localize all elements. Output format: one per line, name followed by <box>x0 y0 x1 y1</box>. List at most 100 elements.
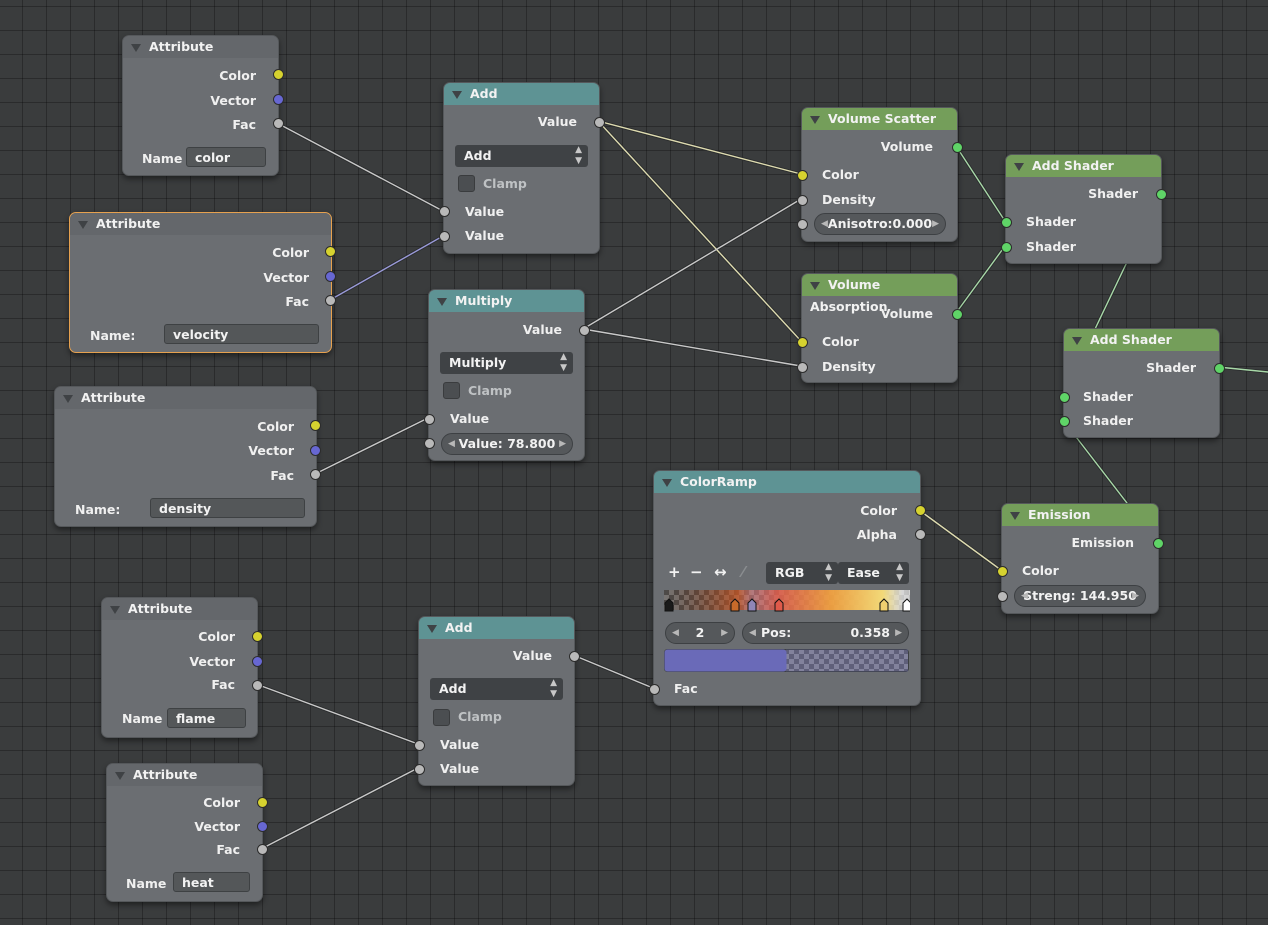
vector-output-socket[interactable] <box>252 656 263 667</box>
color-ramp-gradient[interactable] <box>664 590 910 616</box>
attribute-node-color[interactable]: Attribute Color Vector Fac Name color <box>122 35 284 176</box>
shader-input-socket-2[interactable] <box>1059 416 1070 427</box>
operation-dropdown[interactable]: Add ▲ ▼ <box>430 678 563 700</box>
decrement-arrow-icon[interactable]: ◀ <box>821 214 828 234</box>
attribute-name-field[interactable]: heat <box>173 872 250 892</box>
attribute-name-field[interactable]: color <box>186 147 266 167</box>
node-header[interactable]: Volume Scatter <box>802 108 957 130</box>
math-add-node-top[interactable]: Add Value Add ▲ ▼ Clamp Value Value <box>439 82 605 254</box>
fac-output-socket[interactable] <box>252 680 263 691</box>
anisotropy-input-socket[interactable] <box>797 219 808 230</box>
node-header[interactable]: Attribute <box>107 764 262 786</box>
add-shader-node-1[interactable]: Add Shader Shader Shader Shader <box>1001 154 1167 264</box>
add-stop-icon[interactable]: + <box>668 563 681 581</box>
node-header[interactable]: Volume Absorption <box>802 274 957 314</box>
color-output-socket[interactable] <box>252 631 263 642</box>
node-header[interactable]: Emission <box>1002 504 1158 526</box>
volume-scatter-node[interactable]: Volume Scatter Volume Color Density ◀ Ani… <box>797 107 963 242</box>
increment-arrow-icon[interactable]: ▶ <box>1132 586 1139 606</box>
node-header[interactable]: Add Shader <box>1064 329 1219 351</box>
decrement-arrow-icon[interactable]: ◀ <box>1021 586 1028 606</box>
collapse-triangle-icon[interactable] <box>1010 512 1020 520</box>
attribute-name-field[interactable]: density <box>150 498 305 518</box>
color-output-socket[interactable] <box>915 505 926 516</box>
collapse-triangle-icon[interactable] <box>1072 337 1082 345</box>
color-output-socket[interactable] <box>325 246 336 257</box>
density-input-socket[interactable] <box>797 362 808 373</box>
math-add-node-bottom[interactable]: Add Value Add ▲ ▼ Clamp Value Value <box>414 616 580 786</box>
attribute-node-velocity[interactable]: Attribute Color Vector Fac Name: velocit… <box>69 212 336 353</box>
node-header[interactable]: Attribute <box>123 36 278 58</box>
stop-color-swatch[interactable] <box>664 649 909 672</box>
color-input-socket[interactable] <box>997 566 1008 577</box>
interpolation-dropdown[interactable]: Ease ▲ ▼ <box>838 562 909 584</box>
eyedropper-icon[interactable]: ⁄ <box>742 563 745 581</box>
node-header[interactable]: Add <box>419 617 574 639</box>
collapse-triangle-icon[interactable] <box>662 479 672 487</box>
increment-arrow-icon[interactable]: ▶ <box>932 214 939 234</box>
decrement-arrow-icon[interactable]: ◀ <box>448 434 455 454</box>
attribute-node-heat[interactable]: Attribute Color Vector Fac Name heat <box>106 763 268 902</box>
volume-output-socket[interactable] <box>952 309 963 320</box>
value-slider[interactable]: ◀ Value: 78.800 ▶ <box>441 433 573 455</box>
fac-output-socket[interactable] <box>257 844 268 855</box>
fac-output-socket[interactable] <box>310 469 321 480</box>
alpha-output-socket[interactable] <box>915 529 926 540</box>
math-multiply-node[interactable]: Multiply Value Multiply ▲ ▼ Clamp Value ◀ V… <box>424 289 590 461</box>
increment-arrow-icon[interactable]: ▶ <box>721 623 728 643</box>
collapse-triangle-icon[interactable] <box>810 282 820 290</box>
fac-output-socket[interactable] <box>273 118 284 129</box>
strength-slider[interactable]: ◀ Streng: 144.950 ▶ <box>1014 585 1146 607</box>
collapse-triangle-icon[interactable] <box>78 221 88 229</box>
color-output-socket[interactable] <box>273 69 284 80</box>
shader-input-socket-1[interactable] <box>1059 392 1070 403</box>
node-header[interactable]: Attribute <box>70 213 331 235</box>
color-mode-dropdown[interactable]: RGB ▲ ▼ <box>766 562 838 584</box>
vector-output-socket[interactable] <box>273 94 284 105</box>
increment-arrow-icon[interactable]: ▶ <box>559 434 566 454</box>
shader-output-socket[interactable] <box>1156 189 1167 200</box>
clamp-checkbox[interactable] <box>458 175 475 192</box>
collapse-triangle-icon[interactable] <box>427 625 437 633</box>
collapse-triangle-icon[interactable] <box>810 116 820 124</box>
clamp-checkbox[interactable] <box>443 382 460 399</box>
color-output-socket[interactable] <box>257 797 268 808</box>
volume-absorption-node[interactable]: Volume Absorption Volume Color Density <box>797 273 963 383</box>
shader-input-socket-1[interactable] <box>1001 217 1012 228</box>
colorramp-node[interactable]: ColorRamp Color Alpha + − ↔ ⁄ RGB ▲ ▼ Ease… <box>649 470 926 706</box>
strength-input-socket[interactable] <box>997 591 1008 602</box>
collapse-triangle-icon[interactable] <box>452 91 462 99</box>
node-header[interactable]: Attribute <box>102 598 257 620</box>
clamp-checkbox[interactable] <box>433 709 450 726</box>
fac-input-socket[interactable] <box>649 684 660 695</box>
density-input-socket[interactable] <box>797 195 808 206</box>
value-input-socket-2[interactable] <box>414 764 425 775</box>
collapse-triangle-icon[interactable] <box>437 298 447 306</box>
collapse-triangle-icon[interactable] <box>1014 163 1024 171</box>
value-input-socket-2[interactable] <box>439 231 450 242</box>
shader-output-socket[interactable] <box>1214 363 1225 374</box>
decrement-arrow-icon[interactable]: ◀ <box>749 623 756 643</box>
value-input-socket-1[interactable] <box>439 206 450 217</box>
value-input-socket-2[interactable] <box>424 438 435 449</box>
node-header[interactable]: ColorRamp <box>654 471 920 493</box>
collapse-triangle-icon[interactable] <box>131 44 141 52</box>
node-header[interactable]: Add <box>444 83 599 105</box>
vector-output-socket[interactable] <box>257 821 268 832</box>
color-input-socket[interactable] <box>797 170 808 181</box>
stop-position-slider[interactable]: ◀ Pos: 0.358 ▶ <box>742 622 909 644</box>
operation-dropdown[interactable]: Multiply ▲ ▼ <box>440 352 573 374</box>
collapse-triangle-icon[interactable] <box>110 606 120 614</box>
node-header[interactable]: Attribute <box>55 387 316 409</box>
color-input-socket[interactable] <box>797 337 808 348</box>
value-input-socket-1[interactable] <box>424 414 435 425</box>
collapse-triangle-icon[interactable] <box>63 395 73 403</box>
node-header[interactable]: Multiply <box>429 290 584 312</box>
decrement-arrow-icon[interactable]: ◀ <box>672 623 679 643</box>
attribute-name-field[interactable]: velocity <box>164 324 319 344</box>
attribute-node-density[interactable]: Attribute Color Vector Fac Name: density <box>54 386 321 527</box>
shader-input-socket-2[interactable] <box>1001 242 1012 253</box>
anisotropy-slider[interactable]: ◀ Anisotro:0.000 ▶ <box>814 213 946 235</box>
vector-output-socket[interactable] <box>325 271 336 282</box>
vector-output-socket[interactable] <box>310 445 321 456</box>
